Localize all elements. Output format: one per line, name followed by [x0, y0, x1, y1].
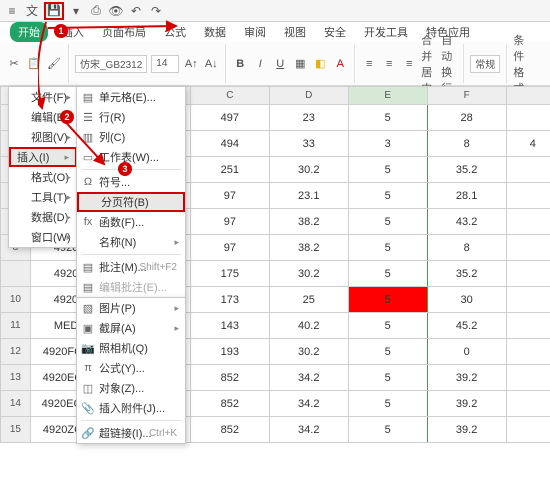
wrap-text-button[interactable]: 自动换行	[441, 56, 457, 72]
file-tab[interactable]: 文	[24, 3, 40, 19]
attach-icon: 📎	[81, 402, 95, 415]
font-name-select[interactable]: 仿宋_GB2312	[75, 55, 147, 73]
merge-center-button[interactable]: 合并居中	[421, 56, 437, 72]
insert-cols[interactable]: ▥列(C)	[77, 127, 185, 147]
bold-icon[interactable]: B	[232, 56, 248, 72]
insert-equation[interactable]: π公式(Y)...	[77, 358, 185, 378]
edit-comment[interactable]: ▤编辑批注(E)...	[77, 277, 185, 297]
print-icon[interactable]: ⎙	[88, 3, 104, 19]
insert-object[interactable]: ◫对象(Z)...	[77, 378, 185, 398]
align-center-icon[interactable]: ≡	[381, 56, 397, 72]
fill-color-icon[interactable]: ◧	[312, 56, 328, 72]
undo-icon[interactable]: ↶	[128, 3, 144, 19]
insert-sheet[interactable]: ▭工作表(W)...	[77, 147, 185, 167]
link-icon: 🔗	[81, 427, 95, 440]
align-right-icon[interactable]: ≡	[401, 56, 417, 72]
insert-symbol[interactable]: Ω符号...	[77, 172, 185, 192]
cut-icon[interactable]: ✂	[6, 56, 22, 72]
insert-name[interactable]: 名称(N)▸	[77, 232, 185, 252]
redo-icon[interactable]: ↷	[148, 3, 164, 19]
tab-layout[interactable]: 页面布局	[98, 22, 150, 42]
insert-camera[interactable]: 📷照相机(Q)	[77, 338, 185, 358]
titlebar: ≡ 文 💾 ▾ ⎙ 👁 ↶ ↷	[0, 0, 550, 22]
save-icon: 💾	[47, 4, 61, 17]
ribbon-tabs: 开始 插入 页面布局 公式 数据 审阅 视图 安全 开发工具 特色应用	[0, 22, 550, 42]
insert-hyperlink[interactable]: 🔗超链接(I)...Ctrl+K	[77, 423, 185, 443]
ribbon: ✂ 📋 🖌 仿宋_GB2312 14 A↑ A↓ B I U ▦ ◧ A ≡ ≡…	[0, 42, 550, 86]
increase-font-icon[interactable]: A↑	[183, 56, 199, 72]
screenshot-icon: ▣	[81, 322, 95, 335]
symbol-icon: Ω	[81, 176, 95, 188]
align-left-icon[interactable]: ≡	[361, 56, 377, 72]
underline-icon[interactable]: U	[272, 56, 288, 72]
picture-icon: ▧	[81, 302, 95, 315]
insert-page-break[interactable]: 分页符(B)	[77, 192, 185, 212]
tab-dev[interactable]: 开发工具	[360, 22, 412, 42]
tab-start[interactable]: 开始	[10, 22, 48, 42]
tab-review[interactable]: 审阅	[240, 22, 270, 42]
tab-security[interactable]: 安全	[320, 22, 350, 42]
number-format-select[interactable]: 常规	[470, 55, 500, 73]
border-icon[interactable]: ▦	[292, 56, 308, 72]
qat-dropdown-icon[interactable]: ▾	[68, 3, 84, 19]
tab-view[interactable]: 视图	[280, 22, 310, 42]
format-painter-icon[interactable]: 🖌	[46, 56, 62, 72]
decrease-font-icon[interactable]: A↓	[203, 56, 219, 72]
camera-icon: 📷	[81, 342, 95, 355]
insert-submenu-lower: ▧图片(P)▸ ▣截屏(A)▸ 📷照相机(Q) π公式(Y)... ◫对象(Z)…	[76, 297, 186, 444]
insert-attachment[interactable]: 📎插入附件(J)...	[77, 398, 185, 418]
insert-submenu: ▤单元格(E)... ☰行(R) ▥列(C) ▭工作表(W)... Ω符号...…	[76, 86, 186, 298]
italic-icon[interactable]: I	[252, 56, 268, 72]
menu-file[interactable]: 文件(F)▸	[9, 87, 77, 107]
font-size-select[interactable]: 14	[151, 55, 179, 73]
callout-badge-3: 3	[118, 162, 132, 176]
menu-tools[interactable]: 工具(T)▸	[9, 187, 77, 207]
insert-comment[interactable]: ▤批注(M)...Shift+F2	[77, 257, 185, 277]
save-button[interactable]: 💾	[44, 2, 64, 20]
comment-icon: ▤	[81, 261, 95, 274]
insert-screenshot[interactable]: ▣截屏(A)▸	[77, 318, 185, 338]
pi-icon: π	[81, 362, 95, 374]
conditional-format-button[interactable]: 条件格式	[513, 56, 529, 72]
workspace: CD EF 49723528 49433384 54920EC325130.25…	[0, 86, 550, 500]
font-color-icon[interactable]: A	[332, 56, 348, 72]
fx-icon: fx	[81, 216, 95, 228]
tab-data[interactable]: 数据	[200, 22, 230, 42]
row-icon: ☰	[81, 111, 95, 124]
edit-comment-icon: ▤	[81, 281, 95, 294]
cells-icon: ▤	[81, 91, 95, 104]
tab-formula[interactable]: 公式	[160, 22, 190, 42]
callout-badge-2: 2	[60, 110, 74, 124]
menu-format[interactable]: 格式(O)▸	[9, 167, 77, 187]
insert-function[interactable]: fx函数(F)...	[77, 212, 185, 232]
menu-view[interactable]: 视图(V)▸	[9, 127, 77, 147]
insert-rows[interactable]: ☰行(R)	[77, 107, 185, 127]
menu-icon[interactable]: ≡	[4, 3, 20, 19]
col-icon: ▥	[81, 131, 95, 144]
preview-icon[interactable]: 👁	[108, 3, 124, 19]
callout-badge-1: 1	[54, 24, 68, 38]
insert-cells[interactable]: ▤单元格(E)...	[77, 87, 185, 107]
menu-data[interactable]: 数据(D)▸	[9, 207, 77, 227]
sheet-icon: ▭	[81, 151, 95, 164]
copy-icon[interactable]: 📋	[26, 56, 42, 72]
object-icon: ◫	[81, 382, 95, 395]
insert-picture[interactable]: ▧图片(P)▸	[77, 298, 185, 318]
menu-window[interactable]: 窗口(W)▸	[9, 227, 77, 247]
menu-insert[interactable]: 插入(I)▸	[9, 147, 77, 167]
